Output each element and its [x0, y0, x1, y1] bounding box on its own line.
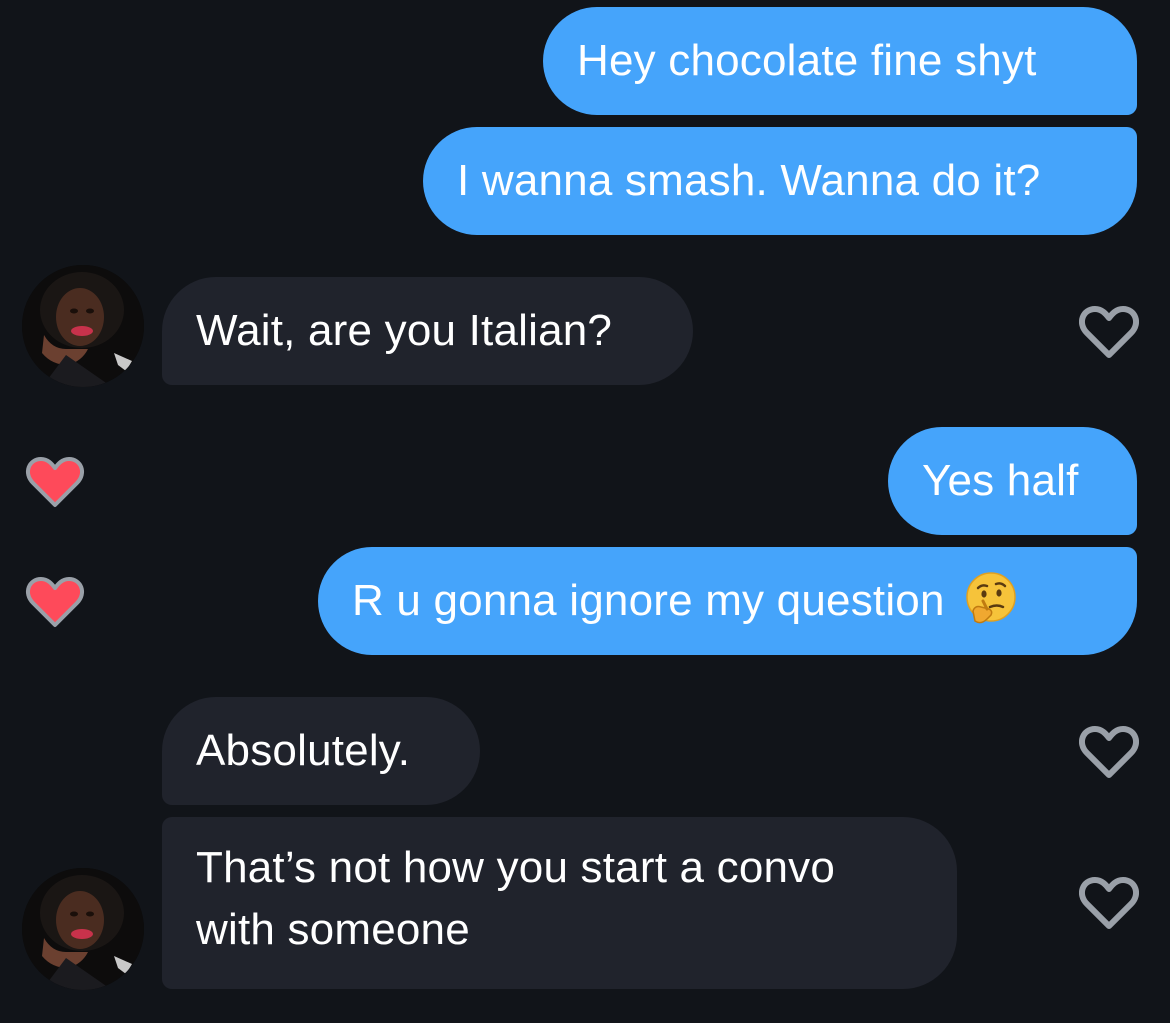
chat-thread: Hey chocolate fine shyt I wanna smash. W…: [0, 0, 1170, 1023]
message-text: R u gonna ignore my question: [352, 576, 945, 625]
incoming-message[interactable]: Wait, are you Italian?: [162, 277, 693, 385]
match-avatar[interactable]: [22, 868, 144, 990]
incoming-message[interactable]: Absolutely.: [162, 697, 480, 805]
incoming-message[interactable]: That’s not how you start a convo with so…: [162, 817, 957, 989]
avatar-photo: [22, 868, 144, 990]
avatar-photo: [22, 265, 144, 387]
heart-outline-icon[interactable]: [1079, 876, 1139, 930]
heart-filled-icon: [25, 577, 85, 627]
outgoing-message[interactable]: Hey chocolate fine shyt: [543, 7, 1137, 115]
heart-outline-icon[interactable]: [1079, 305, 1139, 359]
outgoing-message[interactable]: Yes half: [888, 427, 1137, 535]
outgoing-message[interactable]: I wanna smash. Wanna do it?: [423, 127, 1137, 235]
outgoing-message[interactable]: R u gonna ignore my question: [318, 547, 1137, 655]
heart-filled-icon: [25, 457, 85, 507]
match-avatar[interactable]: [22, 265, 144, 387]
thinking-face-emoji: [965, 572, 1016, 624]
heart-outline-icon[interactable]: [1079, 725, 1139, 779]
